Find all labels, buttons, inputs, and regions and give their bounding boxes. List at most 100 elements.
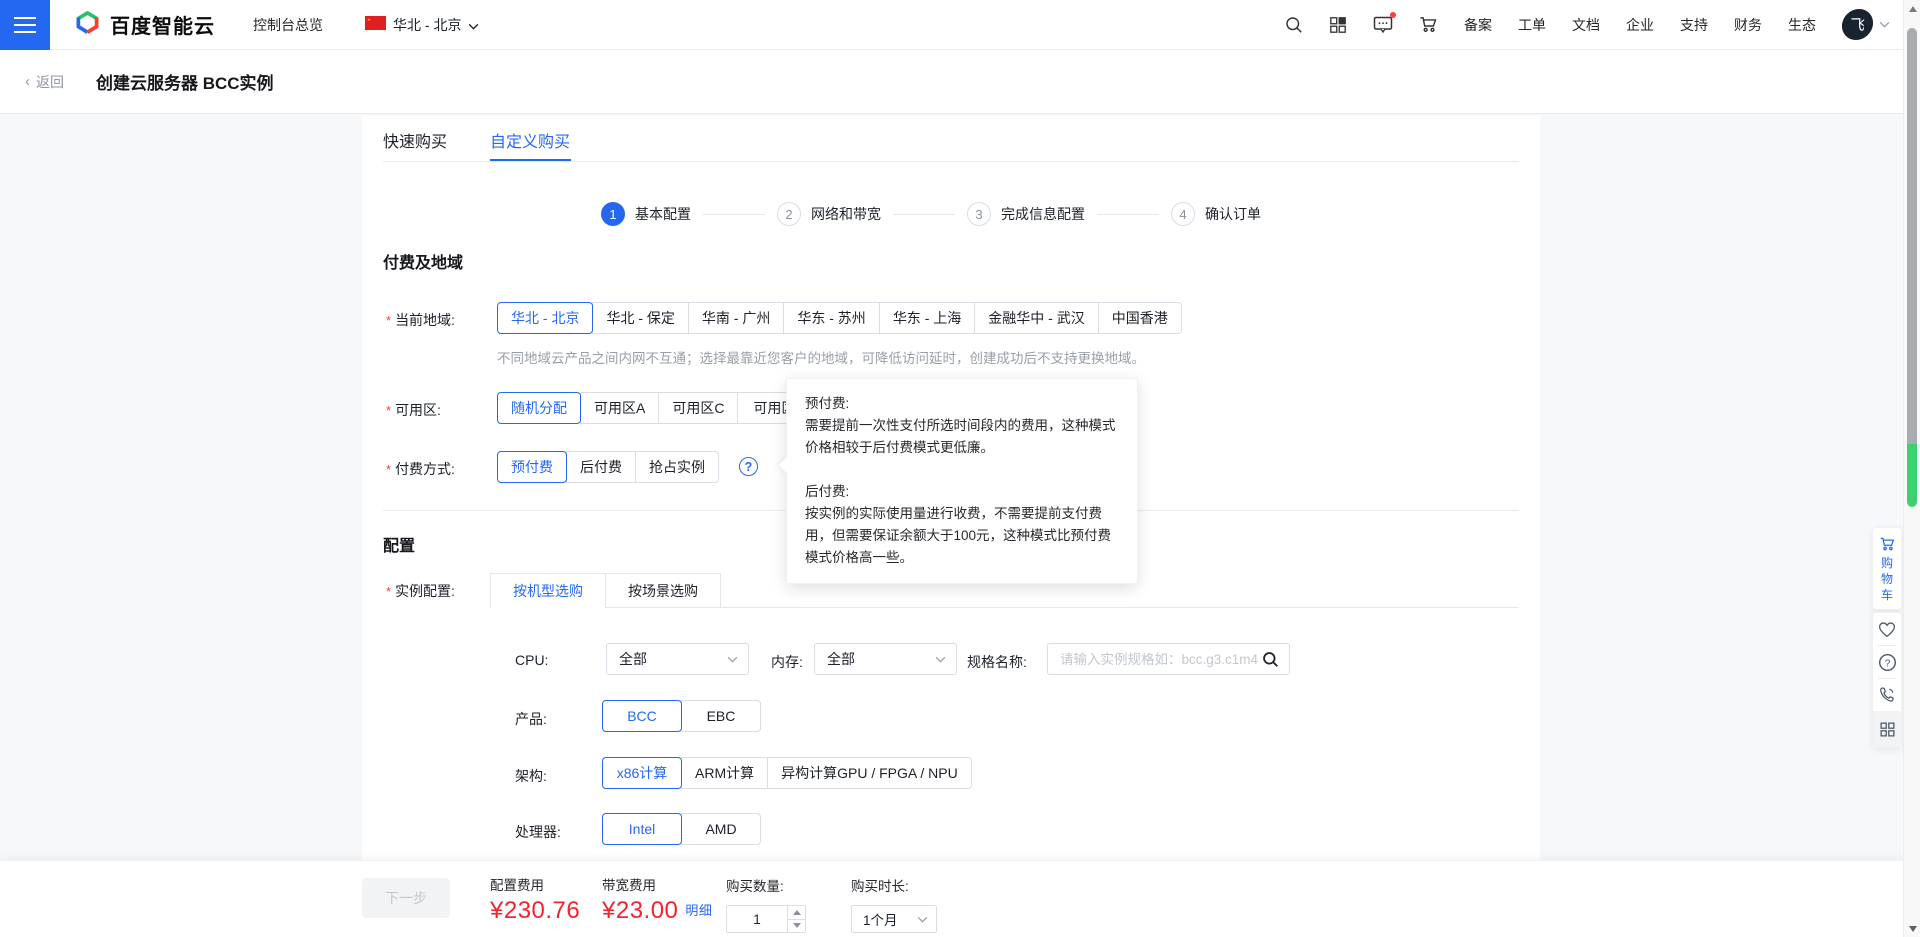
cart-icon [1879, 536, 1896, 552]
chevron-down-icon [935, 656, 946, 663]
cart-icon[interactable] [1419, 15, 1438, 34]
help-button[interactable]: ? [1872, 646, 1902, 678]
chevron-up-icon [793, 910, 801, 915]
spec-name-label: 规格名称: [967, 652, 1027, 672]
fee-detail-link[interactable]: 明细 [685, 903, 712, 918]
more-tools-button[interactable] [1872, 711, 1902, 747]
config-fee-value: ¥230.76 [490, 897, 580, 925]
vendor-option-amd[interactable]: AMD [681, 813, 761, 845]
tab-by-machine-type[interactable]: 按机型选购 [490, 573, 606, 608]
region-selector[interactable]: 华北 - 北京 [365, 15, 479, 35]
heart-icon [1878, 621, 1896, 638]
floating-cart-button[interactable]: 购物车 [1872, 527, 1902, 610]
floating-toolbar: ? [1872, 612, 1902, 748]
chevron-down-icon [468, 17, 479, 33]
nav-link-beian[interactable]: 备案 [1464, 15, 1492, 35]
user-account-menu[interactable]: 飞 [1842, 9, 1890, 40]
search-icon[interactable] [1262, 651, 1279, 668]
hamburger-menu-button[interactable] [0, 0, 50, 50]
config-fee-label: 配置费用 [490, 874, 580, 894]
step-1-circle: 1 [601, 202, 625, 226]
quantity-decrease-button[interactable] [788, 920, 805, 933]
tooltip-postpaid-title: 后付费: [805, 481, 1119, 503]
step-connector [703, 214, 765, 215]
purchase-footer-bar: 下一步 配置费用 ¥230.76 带宽费用 ¥23.00明细 购买数量: 购买时… [0, 860, 1920, 937]
nav-link-support[interactable]: 支持 [1680, 15, 1708, 35]
apps-grid-icon[interactable] [1329, 16, 1347, 34]
contact-phone-button[interactable] [1872, 679, 1902, 711]
region-option-hk[interactable]: 中国香港 [1098, 302, 1182, 334]
zone-option-c[interactable]: 可用区C [658, 392, 738, 424]
memory-filter-label: 内存: [771, 652, 803, 672]
arch-option-arm[interactable]: ARM计算 [681, 757, 768, 789]
console-overview-link[interactable]: 控制台总览 [253, 15, 323, 35]
quantity-increase-button[interactable] [788, 906, 805, 920]
scroll-down-arrow[interactable] [1904, 920, 1920, 937]
cpu-filter-dropdown[interactable]: 全部 [606, 643, 749, 675]
region-option-sh[interactable]: 华东 - 上海 [879, 302, 975, 334]
search-icon[interactable] [1285, 16, 1303, 34]
step-4-circle: 4 [1171, 202, 1195, 226]
required-mark: * [386, 313, 391, 328]
messages-icon[interactable] [1373, 15, 1393, 34]
region-row-label: *当前地域: [386, 310, 455, 330]
payment-option-spot[interactable]: 抢占实例 [635, 451, 719, 483]
spec-search-input[interactable] [1060, 652, 1262, 667]
tab-quick-buy[interactable]: 快速购买 [383, 128, 447, 152]
region-option-bd[interactable]: 华北 - 保定 [592, 302, 688, 334]
nav-link-finance[interactable]: 财务 [1734, 15, 1762, 35]
scroll-up-arrow[interactable] [1904, 0, 1920, 17]
nav-link-docs[interactable]: 文档 [1572, 15, 1600, 35]
nav-link-enterprise[interactable]: 企业 [1626, 15, 1654, 35]
china-flag-icon [365, 16, 386, 33]
bandwidth-fee-block: 带宽费用 ¥23.00明细 [602, 874, 712, 925]
top-navbar: 百度智能云 控制台总览 华北 - 北京 备案 工单 文档 企业 支持 财务 生态 [0, 0, 1920, 50]
back-button[interactable]: ‹ 返回 [25, 72, 64, 92]
region-button-group: 华北 - 北京 华北 - 保定 华南 - 广州 华东 - 苏州 华东 - 上海 … [497, 302, 1182, 334]
page-scrollbar[interactable] [1903, 0, 1920, 937]
product-option-ebc[interactable]: EBC [681, 700, 761, 732]
instance-row-label: *实例配置: [386, 581, 455, 601]
duration-select[interactable]: 1个月 [851, 905, 937, 933]
brand-name: 百度智能云 [110, 10, 215, 39]
nav-link-gongdan[interactable]: 工单 [1518, 15, 1546, 35]
wizard-steps: 1 基本配置 2 网络和带宽 3 完成信息配置 4 确认订单 [601, 202, 1261, 226]
tooltip-prepaid-body: 需要提前一次性支付所选时间段内的费用，这种模式价格相较于后付费模式更低廉。 [805, 415, 1119, 459]
tab-by-scene[interactable]: 按场景选购 [605, 573, 721, 608]
step-3-circle: 3 [967, 202, 991, 226]
zone-option-random[interactable]: 随机分配 [497, 392, 581, 424]
step-2-label: 网络和带宽 [811, 204, 881, 224]
tab-custom-buy[interactable]: 自定义购买 [490, 128, 570, 152]
page-title-bar: ‹ 返回 创建云服务器 BCC实例 [0, 50, 1920, 114]
phone-icon [1878, 686, 1896, 704]
cpu-filter-value: 全部 [619, 649, 727, 669]
memory-filter-dropdown[interactable]: 全部 [814, 643, 957, 675]
nav-link-ecosystem[interactable]: 生态 [1788, 15, 1816, 35]
payment-help-icon[interactable]: ? [739, 457, 758, 476]
duration-block: 购买时长: 1个月 [851, 875, 937, 933]
step-connector [893, 214, 955, 215]
brand-logo[interactable]: 百度智能云 [74, 9, 215, 41]
spec-search-field [1047, 643, 1290, 675]
scrollbar-thumb[interactable] [1907, 28, 1917, 507]
region-option-bj[interactable]: 华北 - 北京 [497, 302, 593, 334]
product-option-bcc[interactable]: BCC [602, 700, 682, 732]
favorites-button[interactable] [1872, 613, 1902, 645]
quantity-input[interactable] [727, 906, 787, 932]
region-option-wh[interactable]: 金融华中 - 武汉 [974, 302, 1098, 334]
arch-option-x86[interactable]: x86计算 [602, 757, 682, 789]
arch-button-group: x86计算 ARM计算 异构计算GPU / FPGA / NPU [602, 757, 972, 789]
vendor-option-intel[interactable]: Intel [602, 813, 682, 845]
payment-option-prepaid[interactable]: 预付费 [497, 451, 567, 483]
arch-option-hetero[interactable]: 异构计算GPU / FPGA / NPU [767, 757, 972, 789]
region-option-gz[interactable]: 华南 - 广州 [688, 302, 784, 334]
zone-option-a[interactable]: 可用区A [580, 392, 659, 424]
bandwidth-fee-label: 带宽费用 [602, 874, 712, 894]
step-4-label: 确认订单 [1205, 204, 1261, 224]
next-step-button[interactable]: 下一步 [362, 878, 450, 918]
duration-value: 1个月 [863, 909, 917, 929]
arch-row-label: 架构: [515, 766, 547, 786]
payment-option-postpaid[interactable]: 后付费 [566, 451, 636, 483]
product-row-label: 产品: [515, 709, 547, 729]
region-option-sz[interactable]: 华东 - 苏州 [783, 302, 879, 334]
